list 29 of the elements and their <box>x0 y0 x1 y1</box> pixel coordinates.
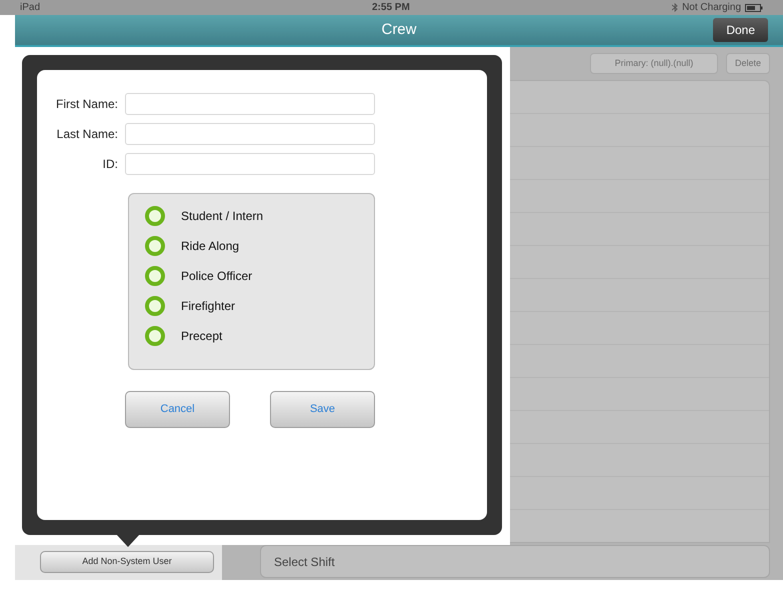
delete-button[interactable]: Delete <box>726 53 770 74</box>
save-button[interactable]: Save <box>270 391 375 428</box>
input-field[interactable] <box>125 153 375 175</box>
radio-button[interactable] <box>145 236 165 256</box>
field-label: Last Name: <box>56 126 118 143</box>
role-label: Student / Intern <box>181 208 264 225</box>
shift-field[interactable]: Select Shift <box>260 545 770 578</box>
add-user-button[interactable]: Add Non-System User <box>40 550 214 572</box>
radio-button[interactable] <box>145 326 165 346</box>
screen-title: Crew <box>381 20 416 40</box>
battery-icon <box>745 4 763 12</box>
battery-status: Not Charging <box>682 1 741 15</box>
radio-button[interactable] <box>145 206 165 226</box>
role-label: Firefighter <box>181 298 236 315</box>
field-label: ID: <box>102 156 118 173</box>
radio-button[interactable] <box>145 266 165 286</box>
done-button[interactable]: Done <box>713 18 768 42</box>
cancel-button[interactable]: Cancel <box>125 391 230 428</box>
role-label: Precept <box>181 328 222 345</box>
field-label: First Name: <box>54 96 118 113</box>
role-label: Ride Along <box>181 238 240 255</box>
device-name: iPad <box>20 1 40 15</box>
role-label: Police Officer <box>181 268 252 285</box>
input-field[interactable] <box>125 93 375 115</box>
primary-button[interactable]: Primary: (null).(null) <box>590 53 718 74</box>
input-field[interactable] <box>125 123 375 145</box>
bluetooth-icon <box>672 3 678 12</box>
radio-button[interactable] <box>145 296 165 316</box>
status-time: 2:55 PM <box>372 1 410 15</box>
